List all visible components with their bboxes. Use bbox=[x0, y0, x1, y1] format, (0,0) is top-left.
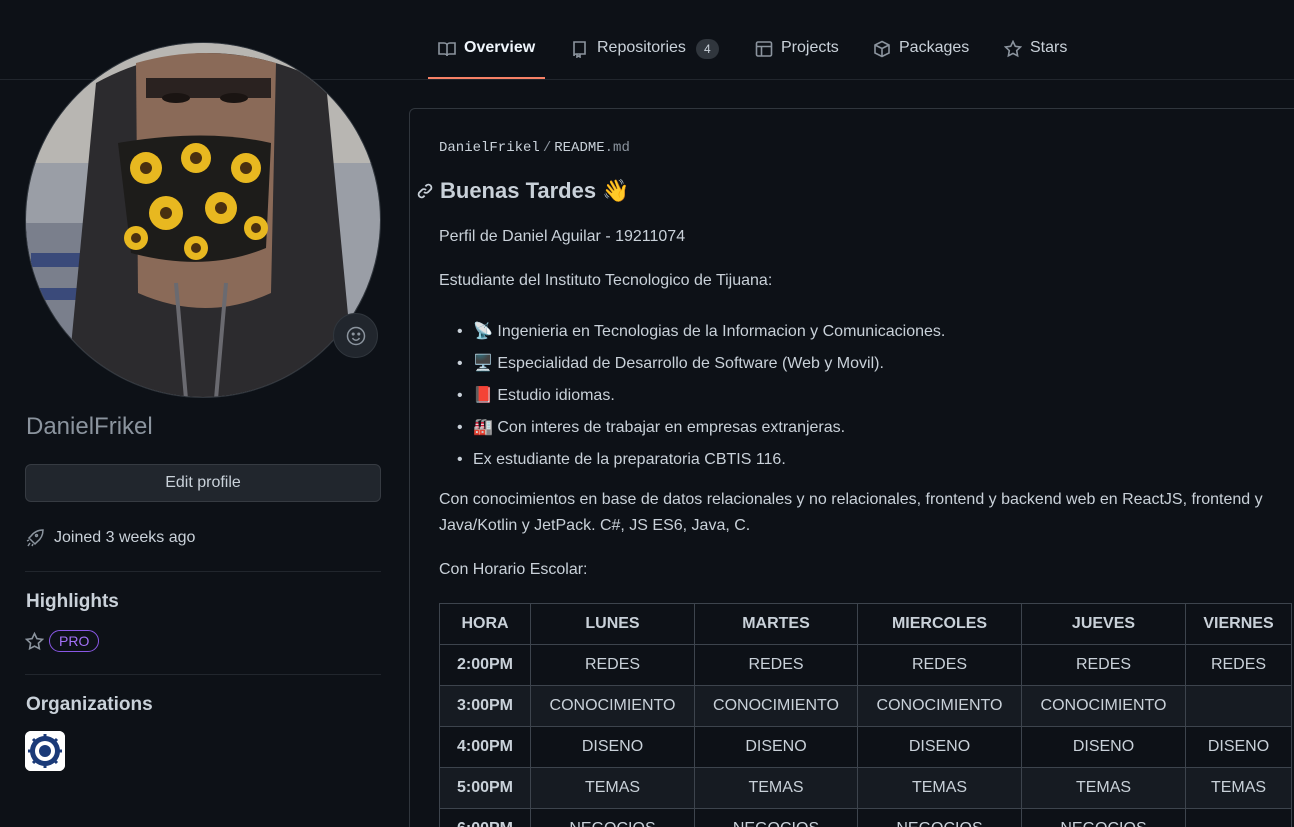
table-cell: REDES bbox=[694, 644, 858, 686]
table-cell: CONOCIMIENTO bbox=[694, 685, 858, 727]
table-cell: REDES bbox=[530, 644, 695, 686]
repo-count-badge: 4 bbox=[695, 39, 719, 59]
highlights-heading: Highlights bbox=[26, 591, 119, 612]
student-line: Estudiante del Instituto Tecnologico de … bbox=[439, 272, 773, 289]
table-header: MARTES bbox=[694, 603, 858, 645]
table-cell: TEMAS bbox=[530, 767, 695, 809]
heading-text: Buenas Tardes 👋 bbox=[440, 178, 630, 203]
table-cell: NEGOCIOS bbox=[1021, 808, 1186, 827]
table-cell: 2:00PM bbox=[439, 644, 531, 686]
table-header-row: HORA LUNES MARTES MIERCOLES JUEVES VIERN… bbox=[439, 603, 1292, 645]
table-row: 6:00PM NEGOCIOS NEGOCIOS NEGOCIOS NEGOCI… bbox=[439, 808, 1292, 827]
table-cell: DISENO bbox=[857, 726, 1022, 768]
table-header: VIERNES bbox=[1185, 603, 1292, 645]
schedule-table: HORA LUNES MARTES MIERCOLES JUEVES VIERN… bbox=[439, 603, 1292, 827]
repo-icon bbox=[573, 41, 586, 58]
breadcrumb-separator: / bbox=[542, 140, 552, 156]
table-cell: TEMAS bbox=[1185, 767, 1292, 809]
link-icon[interactable] bbox=[417, 183, 433, 199]
star-icon bbox=[1004, 40, 1022, 58]
table-row: 3:00PM CONOCIMIENTO CONOCIMIENTO CONOCIM… bbox=[439, 685, 1292, 727]
edit-profile-button[interactable]: Edit profile bbox=[25, 464, 381, 502]
table-cell bbox=[1185, 808, 1292, 827]
table-cell: NEGOCIOS bbox=[694, 808, 858, 827]
table-cell: REDES bbox=[1021, 644, 1186, 686]
table-cell: DISENO bbox=[1021, 726, 1186, 768]
table-cell bbox=[1185, 685, 1292, 727]
table-cell: CONOCIMIENTO bbox=[1021, 685, 1186, 727]
profile-username: DanielFrikel bbox=[26, 413, 153, 440]
knowledge-line-1: Con conocimientos en base de datos relac… bbox=[439, 491, 1263, 508]
joined-text: Joined 3 weeks ago bbox=[54, 529, 196, 546]
table-cell: NEGOCIOS bbox=[530, 808, 695, 827]
table-cell: DISENO bbox=[530, 726, 695, 768]
profile-line: Perfil de Daniel Aguilar - 19211074 bbox=[439, 228, 686, 245]
readme-breadcrumb: DanielFrikel / README.md bbox=[439, 140, 630, 156]
list-item: 🏭 Con interes de trabajar en empresas ex… bbox=[457, 412, 945, 444]
tab-overview[interactable]: Overview bbox=[428, 28, 546, 79]
table-cell: CONOCIMIENTO bbox=[857, 685, 1022, 727]
list-item: 🖥️ Especialidad de Desarrollo de Softwar… bbox=[457, 348, 945, 380]
table-cell: REDES bbox=[857, 644, 1022, 686]
readme-file-link[interactable]: README bbox=[554, 140, 604, 156]
sidebar-divider bbox=[25, 571, 381, 572]
list-item: 📡 Ingenieria en Tecnologias de la Inform… bbox=[457, 316, 945, 348]
table-cell: CONOCIMIENTO bbox=[530, 685, 695, 727]
tab-packages[interactable]: Packages bbox=[873, 28, 969, 79]
table-header: MIERCOLES bbox=[857, 603, 1022, 645]
sidebar-divider bbox=[25, 674, 381, 675]
table-cell: TEMAS bbox=[857, 767, 1022, 809]
tab-label: Overview bbox=[464, 39, 536, 56]
rocket-icon bbox=[26, 529, 44, 547]
table-row: 2:00PM REDES REDES REDES REDES REDES bbox=[439, 644, 1292, 686]
star-icon bbox=[25, 631, 44, 650]
table-cell: 6:00PM bbox=[439, 808, 531, 827]
tab-stars[interactable]: Stars bbox=[1004, 28, 1067, 79]
table-cell: DISENO bbox=[1185, 726, 1292, 768]
tab-label: Stars bbox=[1030, 39, 1068, 56]
knowledge-line-2: Java/Kotlin y JetPack. C#, JS ES6, Java,… bbox=[439, 517, 751, 534]
package-icon bbox=[874, 40, 890, 58]
table-cell: 3:00PM bbox=[439, 685, 531, 727]
avatar-photo bbox=[26, 43, 380, 397]
joined-info: Joined 3 weeks ago bbox=[25, 528, 195, 548]
highlights-pro: PRO bbox=[25, 630, 100, 652]
organization-logo bbox=[25, 731, 65, 771]
table-header: LUNES bbox=[530, 603, 695, 645]
bullet-list: 📡 Ingenieria en Tecnologias de la Inform… bbox=[457, 316, 945, 476]
tab-repositories[interactable]: Repositories 4 bbox=[571, 28, 719, 79]
pro-badge: PRO bbox=[49, 630, 100, 652]
table-header: JUEVES bbox=[1021, 603, 1186, 645]
table-cell: 5:00PM bbox=[439, 767, 531, 809]
tab-label: Packages bbox=[899, 39, 970, 56]
tab-label: Projects bbox=[781, 39, 839, 56]
tab-label: Repositories bbox=[597, 39, 686, 56]
avatar[interactable] bbox=[25, 42, 381, 398]
table-header: HORA bbox=[439, 603, 531, 645]
table-cell: TEMAS bbox=[1021, 767, 1186, 809]
set-status-button[interactable] bbox=[333, 313, 378, 358]
table-cell: 4:00PM bbox=[439, 726, 531, 768]
readme-heading: Buenas Tardes 👋 bbox=[417, 178, 630, 204]
table-icon bbox=[755, 41, 773, 57]
table-cell: TEMAS bbox=[694, 767, 858, 809]
table-cell: NEGOCIOS bbox=[857, 808, 1022, 827]
list-item: 📕 Estudio idiomas. bbox=[457, 380, 945, 412]
table-row: 5:00PM TEMAS TEMAS TEMAS TEMAS TEMAS bbox=[439, 767, 1292, 809]
table-row: 4:00PM DISENO DISENO DISENO DISENO DISEN… bbox=[439, 726, 1292, 768]
readme-user-link[interactable]: DanielFrikel bbox=[439, 140, 540, 156]
schedule-title: Con Horario Escolar: bbox=[439, 561, 588, 578]
list-item: Ex estudiante de la preparatoria CBTIS 1… bbox=[457, 444, 945, 476]
readme-file-extension: .md bbox=[604, 140, 630, 156]
organizations-heading: Organizations bbox=[26, 694, 153, 715]
book-icon bbox=[438, 42, 456, 57]
organization-avatar[interactable] bbox=[25, 731, 65, 771]
table-cell: DISENO bbox=[694, 726, 858, 768]
smiley-icon bbox=[346, 326, 365, 345]
table-cell: REDES bbox=[1185, 644, 1292, 686]
tab-projects[interactable]: Projects bbox=[755, 28, 839, 79]
